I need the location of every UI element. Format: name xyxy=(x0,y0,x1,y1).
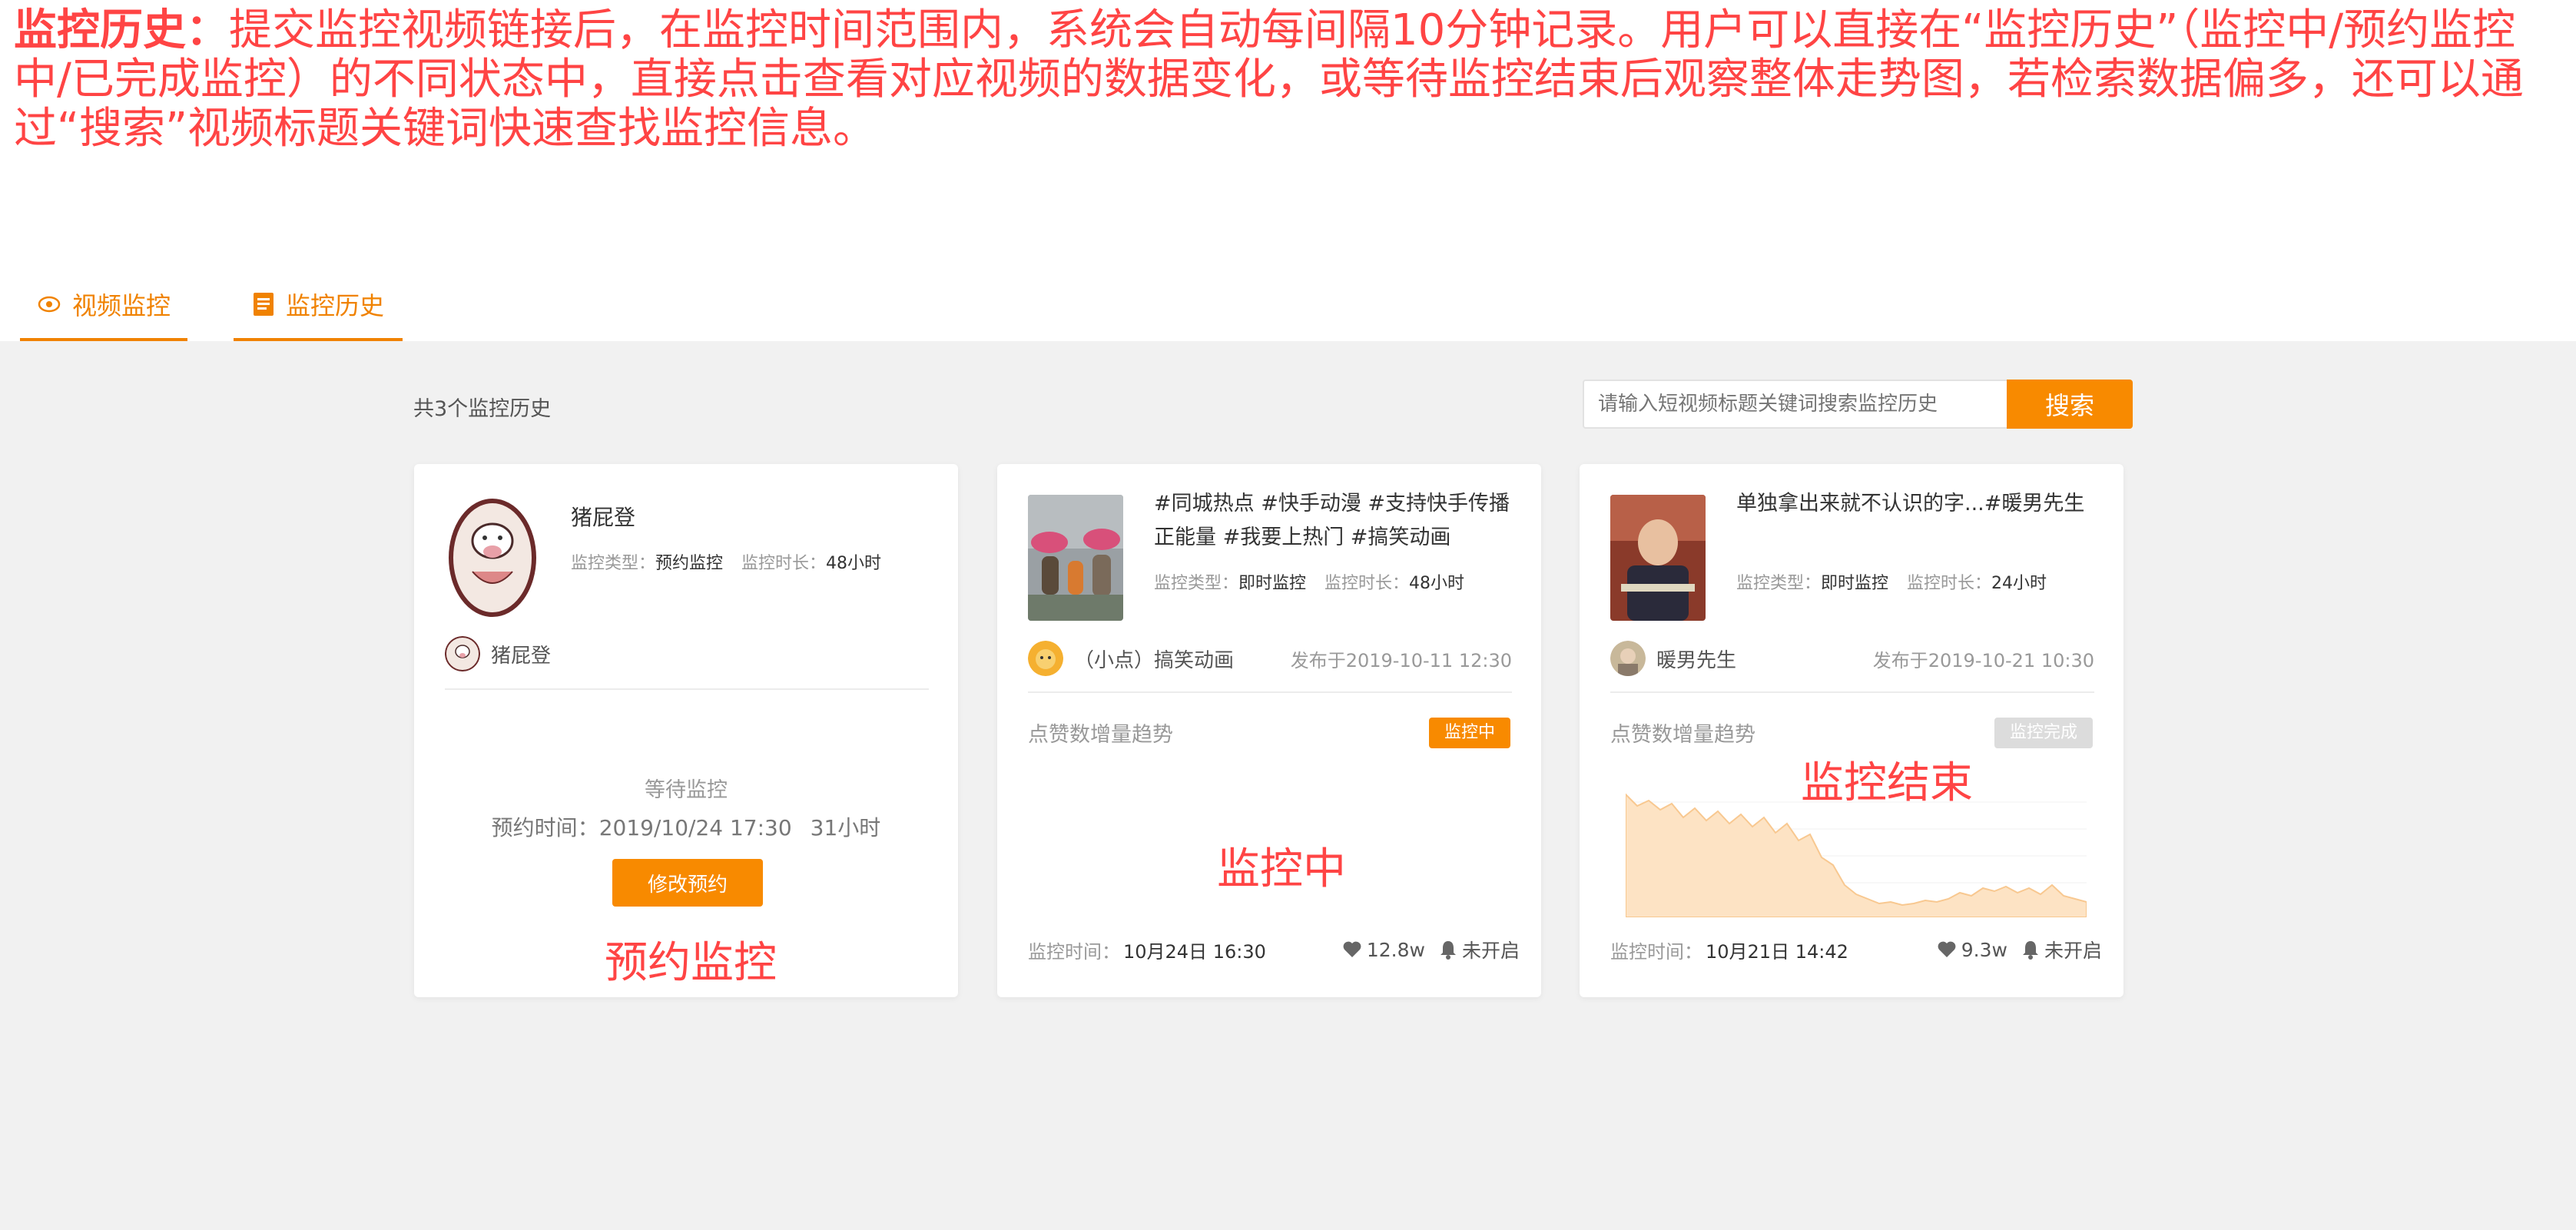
edit-schedule-button[interactable]: 修改预约 xyxy=(612,859,763,907)
card-footer: 监控时间： 10月21日 14:42 9.3w 未开启 xyxy=(1610,934,2102,965)
monitor-card-active[interactable]: #同城热点 #快手动漫 #支持快手传播正能量 #我要上热门 #搞笑动画 监控类型… xyxy=(997,464,1541,997)
monitor-meta: 监控类型：即时监控 监控时长：48小时 xyxy=(1154,575,1500,593)
trend-chart xyxy=(1626,793,2087,917)
eye-icon xyxy=(38,296,61,313)
status-badge: 监控完成 xyxy=(1994,718,2093,748)
author-name: 暖男先生 xyxy=(1656,648,1737,672)
heart-icon xyxy=(1938,941,1956,957)
author-name: 猪屁登 xyxy=(491,644,552,668)
card-divider xyxy=(1028,691,1512,693)
type-label: 监控类型： xyxy=(1736,574,1822,593)
monitor-time: 10月24日 16:30 xyxy=(1123,940,1266,963)
monitor-time-label: 监控时间： xyxy=(1028,940,1120,963)
monitor-card-scheduled[interactable]: 猪屁登 监控类型：预约监控 监控时长：48小时 猪屁登 等待监控 预约时间：201… xyxy=(414,464,958,997)
schedule-hours: 31小时 xyxy=(810,815,881,840)
intro-title: 监控历史： xyxy=(14,5,229,55)
monitor-meta: 监控类型：即时监控 监控时长：24小时 xyxy=(1736,575,2082,593)
card-stats: 12.8w 未开启 xyxy=(1342,936,1520,963)
bell-icon[interactable] xyxy=(1439,940,1457,960)
duration-value: 48小时 xyxy=(1409,574,1465,593)
duration-value: 48小时 xyxy=(826,554,882,573)
trend-label: 点赞数增量趋势 xyxy=(1610,723,1755,747)
author-row[interactable]: 猪屁登 xyxy=(445,635,929,673)
monitor-meta: 监控类型：预约监控 监控时长：48小时 xyxy=(571,555,917,573)
type-label: 监控类型： xyxy=(571,554,656,573)
duration-label: 监控时长： xyxy=(741,554,827,573)
tab-video-monitor[interactable]: 视频监控 xyxy=(20,270,187,341)
trend-label: 点赞数增量趋势 xyxy=(1028,723,1173,747)
author-row[interactable]: 暖男先生 发布于2019-10-21 10:30 xyxy=(1610,639,2094,678)
account-name: 猪屁登 xyxy=(571,505,636,530)
tab-monitor-history[interactable]: 监控历史 xyxy=(234,270,403,341)
alert-status[interactable]: 未开启 xyxy=(1462,936,1520,963)
document-icon xyxy=(253,293,274,316)
avatar xyxy=(1610,641,1646,676)
tab-monitor-history-label: 监控历史 xyxy=(285,291,384,320)
monitor-card-completed[interactable]: 单独拿出来就不认识的字...#暖男先生 监控类型：即时监控 监控时长：24小时 暖… xyxy=(1580,464,2123,997)
status-title: 等待监控 xyxy=(645,778,728,802)
annotation-monitoring: 监控中 xyxy=(1217,844,1346,894)
publish-date: 发布于2019-10-11 12:30 xyxy=(1290,649,1512,671)
card-divider xyxy=(1610,691,2094,693)
video-thumbnail[interactable] xyxy=(1610,495,1706,621)
schedule-label: 预约时间： xyxy=(491,815,599,840)
card-footer: 监控时间： 10月24日 16:30 12.8w 未开启 xyxy=(1028,934,1520,965)
schedule-time: 预约时间：2019/10/24 17:30 31小时 xyxy=(414,811,958,842)
duration-label: 监控时长： xyxy=(1324,574,1410,593)
annotation-scheduled: 预约监控 xyxy=(605,938,777,988)
video-title[interactable]: #同城热点 #快手动漫 #支持快手传播正能量 #我要上热门 #搞笑动画 xyxy=(1154,487,1513,555)
avatar xyxy=(445,636,480,671)
type-label: 监控类型： xyxy=(1154,574,1239,593)
type-value: 即时监控 xyxy=(1821,574,1889,593)
card-divider xyxy=(445,688,929,690)
heart-icon xyxy=(1343,941,1361,957)
search-button[interactable]: 搜索 xyxy=(2007,380,2133,429)
main-content: 共3个监控历史 搜索 猪屁登 监控类型：预约监控监控时长：48小时 猪屁登 xyxy=(0,341,2576,1230)
schedule-value: 2019/10/24 17:30 xyxy=(598,815,792,840)
publish-date: 发布于2019-10-21 10:30 xyxy=(1872,649,2094,671)
video-thumbnail[interactable] xyxy=(445,495,540,621)
type-value: 预约监控 xyxy=(655,554,724,573)
monitor-time-label: 监控时间： xyxy=(1610,940,1702,963)
status-badge: 监控中 xyxy=(1428,718,1510,748)
intro-annotation: 监控历史：提交监控视频链接后，在监控时间范围内，系统会自动每间隔10分钟记录。用… xyxy=(14,6,2549,154)
likes-count: 12.8w xyxy=(1366,938,1425,961)
bell-icon[interactable] xyxy=(2021,940,2040,960)
monitor-time: 10月21日 14:42 xyxy=(1706,940,1848,963)
search-input[interactable] xyxy=(1583,380,2008,429)
avatar xyxy=(1028,641,1063,676)
author-row[interactable]: （小点）搞笑动画 发布于2019-10-11 12:30 xyxy=(1028,639,1512,678)
type-value: 即时监控 xyxy=(1238,574,1307,593)
card-stats: 9.3w 未开启 xyxy=(1937,936,2102,963)
author-name: （小点）搞笑动画 xyxy=(1074,648,1235,672)
alert-status[interactable]: 未开启 xyxy=(2044,936,2102,963)
duration-value: 24小时 xyxy=(1991,574,2047,593)
tab-video-monitor-label: 视频监控 xyxy=(71,291,171,320)
duration-label: 监控时长： xyxy=(1907,574,1992,593)
intro-text: 提交监控视频链接后，在监控时间范围内，系统会自动每间隔10分钟记录。用户可以直接… xyxy=(14,5,2524,154)
video-title[interactable]: 单独拿出来就不认识的字...#暖男先生 xyxy=(1736,487,2096,521)
tab-bar: 视频监控 监控历史 xyxy=(20,270,403,341)
video-thumbnail[interactable] xyxy=(1028,495,1123,621)
likes-count: 9.3w xyxy=(1961,938,2007,961)
history-count: 共3个监控历史 xyxy=(413,397,552,421)
